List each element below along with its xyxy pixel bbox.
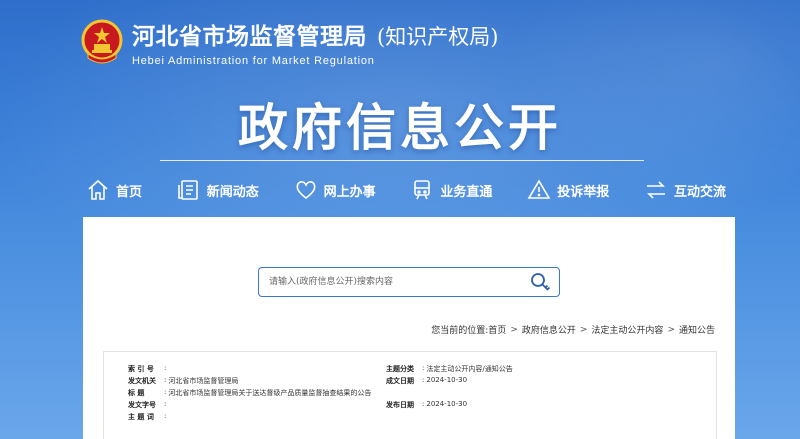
nav-item-interaction[interactable]: 互动交流 xyxy=(644,178,726,202)
breadcrumb-separator: > xyxy=(667,324,675,335)
breadcrumb-item-home[interactable]: 首页 xyxy=(488,323,506,336)
meta-key: 索 引 号 xyxy=(128,365,154,373)
site-title: 河北省市场监督管理局 xyxy=(132,24,367,50)
meta-key: 发文字号 xyxy=(128,401,156,409)
nav-item-business[interactable]: 业务直通 xyxy=(410,178,492,202)
hero-divider xyxy=(160,160,644,161)
breadcrumb: 您当前的位置: 首页 > 政府信息公开 > 法定主动公开内容 > 通知公告 xyxy=(431,323,715,337)
search-button[interactable] xyxy=(525,268,555,296)
meta-row-doc-number: 发文字号: xyxy=(128,400,167,409)
meta-value: 河北省市场监督管理局关于送达督级产品质量监督抽查结果的公告 xyxy=(168,389,372,397)
site-header: 河北省市场监督管理局 (知识产权局) Hebei Administration … xyxy=(80,14,498,70)
meta-key: 发布日期 xyxy=(386,401,414,409)
meta-key: 主 题 词 xyxy=(128,413,154,421)
meta-key: 主题分类 xyxy=(386,365,414,373)
site-subtitle: (知识产权局) xyxy=(377,25,499,49)
meta-row-publish-date: 发布日期: 2024-10-30 xyxy=(386,400,468,409)
nav-item-complaint[interactable]: 投诉举报 xyxy=(527,178,609,202)
breadcrumb-separator: > xyxy=(510,324,518,335)
nav-label: 首页 xyxy=(116,184,143,200)
meta-row-category: 主题分类: 法定主动公开内容/通知公告 xyxy=(386,364,513,373)
nav-label: 投诉举报 xyxy=(557,184,610,200)
home-icon xyxy=(88,179,108,200)
search-box xyxy=(258,267,560,297)
nav-item-home[interactable]: 首页 xyxy=(86,178,142,202)
warning-icon xyxy=(527,179,551,199)
news-icon xyxy=(177,180,198,200)
hero-title: 政府信息公开 xyxy=(238,99,562,157)
content-panel: 您当前的位置: 首页 > 政府信息公开 > 法定主动公开内容 > 通知公告 索 … xyxy=(83,217,735,439)
meta-row-issuer: 发文机关: 河北省市场监督管理局 xyxy=(128,376,239,385)
meta-row-index: 索 引 号: xyxy=(128,364,167,373)
train-icon xyxy=(414,180,431,200)
breadcrumb-separator: > xyxy=(579,324,588,335)
exchange-icon xyxy=(646,181,665,199)
meta-value: 2024-10-30 xyxy=(426,400,468,408)
breadcrumb-item-legal-content[interactable]: 法定主动公开内容 xyxy=(591,323,663,336)
meta-row-keywords: 主 题 词: xyxy=(128,412,167,421)
national-emblem-icon xyxy=(80,18,124,66)
meta-key: 成文日期 xyxy=(386,377,414,385)
meta-value: 法定主动公开内容/通知公告 xyxy=(426,365,513,373)
meta-row-written-date: 成文日期: 2024-10-30 xyxy=(386,376,468,385)
main-nav: 首页 新闻动态 网上办事 业务直通 投诉举报 互动交流 xyxy=(86,172,726,208)
nav-label: 业务直通 xyxy=(440,184,493,200)
nav-label: 网上办事 xyxy=(323,184,376,200)
nav-label: 互动交流 xyxy=(673,184,726,200)
meta-value: 河北省市场监督管理局 xyxy=(168,377,239,385)
breadcrumb-prefix: 您当前的位置: xyxy=(431,326,489,336)
breadcrumb-item-notice[interactable]: 通知公告 xyxy=(679,323,715,336)
meta-key: 标 题 xyxy=(128,389,145,397)
meta-value: 2024-10-30 xyxy=(426,376,468,384)
meta-row-title: 标 题: 河北省市场监督管理局关于送达督级产品质量监督抽查结果的公告 xyxy=(128,388,372,397)
nav-label: 新闻动态 xyxy=(206,184,259,200)
document-metadata: 索 引 号: 发文机关: 河北省市场监督管理局 标 题: 河北省市场监督管理局关… xyxy=(103,351,717,439)
nav-item-online-service[interactable]: 网上办事 xyxy=(294,178,376,202)
search-icon xyxy=(531,273,551,291)
breadcrumb-item-gov-info[interactable]: 政府信息公开 xyxy=(522,323,576,336)
search-input[interactable] xyxy=(259,268,525,296)
site-title-english: Hebei Administration for Market Regulati… xyxy=(132,55,375,67)
meta-key: 发文机关 xyxy=(128,377,156,385)
nav-item-news[interactable]: 新闻动态 xyxy=(177,178,259,202)
heart-icon xyxy=(296,181,316,200)
